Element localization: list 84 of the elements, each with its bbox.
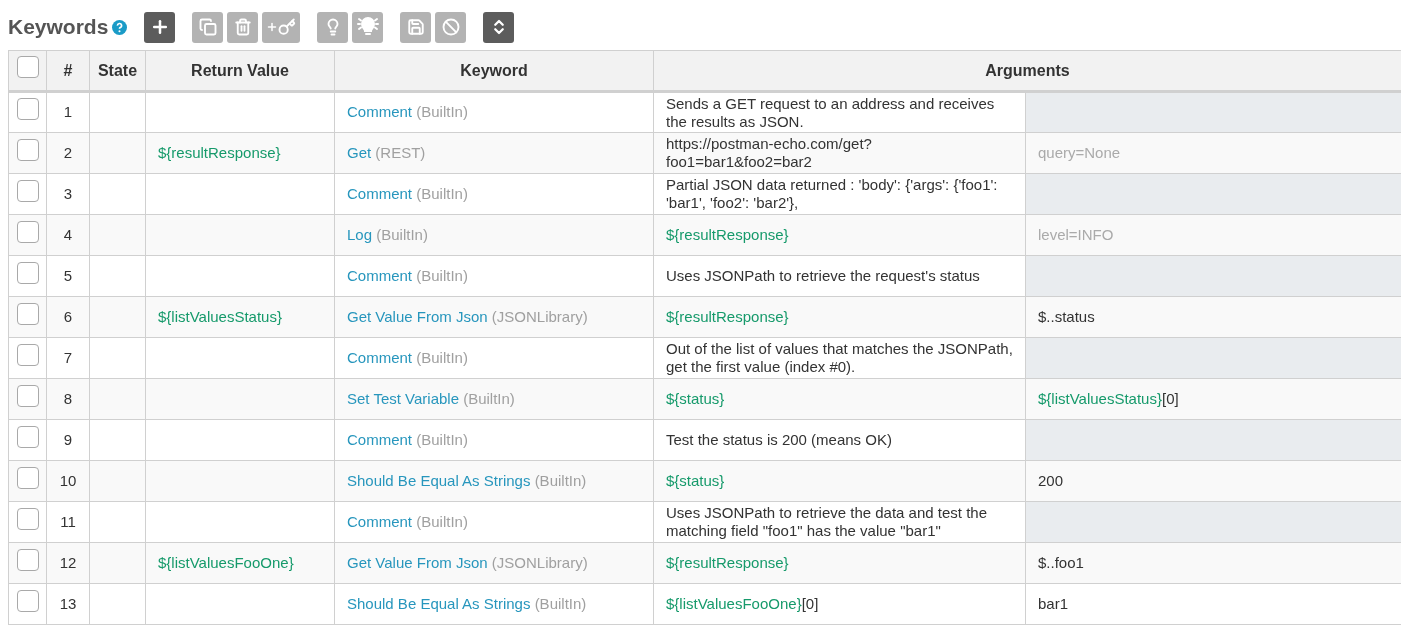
keyword-link[interactable]: Comment — [347, 430, 413, 448]
keyword-link[interactable]: Should Be Equal As Strings — [347, 594, 531, 612]
row-number: 13 — [59, 594, 77, 612]
row-checkbox[interactable] — [16, 98, 39, 121]
row-number: 2 — [63, 143, 73, 161]
row-number: 3 — [63, 184, 73, 202]
argument-cell[interactable]: ${resultResponse} — [653, 542, 1026, 584]
return-variable: ${listValuesStatus} — [158, 307, 282, 325]
row-checkbox[interactable] — [16, 56, 39, 79]
row-checkbox[interactable] — [16, 507, 39, 530]
library-name: (JSONLibrary) — [491, 553, 588, 571]
row-number: 4 — [63, 225, 73, 243]
glowing-lightbulb-icon — [356, 17, 379, 37]
help-icon[interactable] — [112, 19, 128, 35]
trash-icon — [233, 18, 252, 36]
column-header: Keyword — [460, 61, 528, 79]
keyword-link[interactable]: Comment — [347, 348, 413, 366]
library-name: (REST) — [375, 143, 426, 161]
column-header: # — [63, 61, 73, 79]
library-name: (BuiltIn) — [416, 266, 468, 284]
argument-cell[interactable]: Uses JSONPath to retrieve the request's status — [653, 255, 1026, 297]
row-number: 12 — [59, 553, 77, 571]
argument-cell[interactable]: ${resultResponse} — [653, 296, 1026, 338]
keyword-link[interactable]: Set Test Variable — [347, 389, 459, 407]
library-name: (BuiltIn) — [376, 225, 428, 243]
library-name: (BuiltIn) — [416, 512, 468, 530]
toolbar-button[interactable] — [144, 11, 176, 43]
keyword-link[interactable]: Log — [347, 225, 373, 243]
row-number: 11 — [60, 512, 76, 530]
argument-cell[interactable]: Sends a GET request to an address and receives the results as JSON. — [653, 91, 1026, 133]
plus-key-icon — [266, 18, 297, 36]
argument-cell[interactable]: ${listValuesFooOne}[0] — [653, 583, 1026, 625]
argument-cell[interactable]: ${status} — [653, 460, 1026, 502]
row-number: 6 — [63, 307, 73, 325]
argument-cell[interactable]: Partial JSON data returned : 'body': {'args': {'foo1': 'bar1', 'foo2': 'bar2'}, — [653, 173, 1026, 215]
keyword-link[interactable]: Get — [347, 143, 372, 161]
row-number: 9 — [63, 430, 73, 448]
argument-cell[interactable]: ${status} — [653, 378, 1026, 420]
row-number: 8 — [63, 389, 73, 407]
keyword-link[interactable]: Comment — [347, 103, 413, 121]
keyword-link[interactable]: Get Value From Json — [347, 553, 488, 571]
argument-cell[interactable]: https://postman-echo.com/get?foo1=bar1&foo2=bar2 — [653, 132, 1026, 174]
keyword-link[interactable]: Comment — [347, 266, 413, 284]
library-name: (BuiltIn) — [416, 103, 468, 121]
library-name: (BuiltIn) — [534, 471, 587, 489]
row-checkbox[interactable] — [16, 179, 39, 202]
library-name: (BuiltIn) — [463, 389, 515, 407]
column-header: Return Value — [191, 61, 289, 79]
save-icon — [406, 18, 425, 36]
return-variable: ${resultResponse} — [158, 143, 281, 161]
library-name: (BuiltIn) — [534, 594, 587, 612]
argument-cell[interactable]: Test the status is 200 (means OK) — [653, 419, 1026, 461]
cancel-icon — [441, 18, 460, 36]
column-header: State — [97, 61, 138, 79]
row-checkbox[interactable] — [16, 548, 39, 571]
library-name: (BuiltIn) — [416, 430, 468, 448]
row-checkbox[interactable] — [16, 302, 39, 325]
column-header: Arguments — [985, 61, 1070, 79]
row-checkbox[interactable] — [16, 138, 39, 161]
row-number: 5 — [63, 266, 73, 284]
copy-icon — [198, 18, 217, 36]
library-name: (BuiltIn) — [416, 348, 468, 366]
row-number: 1 — [63, 103, 73, 121]
row-checkbox[interactable] — [16, 589, 39, 612]
toolbar-button[interactable] — [483, 11, 515, 43]
keyword-link[interactable]: Comment — [347, 512, 413, 530]
argument-cell[interactable]: Uses JSONPath to retrieve the data and test the matching field "foo1" has the value "bar1" — [653, 501, 1026, 543]
keyword-link[interactable]: Get Value From Json — [347, 307, 488, 325]
row-checkbox[interactable] — [16, 220, 39, 243]
argument-cell[interactable]: Out of the list of values that matches the JSONPath, get the first value (index #0). — [653, 337, 1026, 379]
keyword-link[interactable]: Should Be Equal As Strings — [347, 471, 531, 489]
row-checkbox[interactable] — [16, 425, 39, 448]
row-number: 7 — [63, 348, 73, 366]
library-name: (BuiltIn) — [416, 184, 468, 202]
keyword-link[interactable]: Comment — [347, 184, 413, 202]
row-checkbox[interactable] — [16, 466, 39, 489]
row-checkbox[interactable] — [16, 384, 39, 407]
row-number: 10 — [59, 471, 77, 489]
argument-cell[interactable]: ${resultResponse} — [653, 214, 1026, 256]
section-title: Keywords — [8, 14, 109, 41]
library-name: (JSONLibrary) — [491, 307, 588, 325]
return-variable: ${listValuesFooOne} — [158, 553, 294, 571]
row-checkbox[interactable] — [16, 261, 39, 284]
row-checkbox[interactable] — [16, 343, 39, 366]
